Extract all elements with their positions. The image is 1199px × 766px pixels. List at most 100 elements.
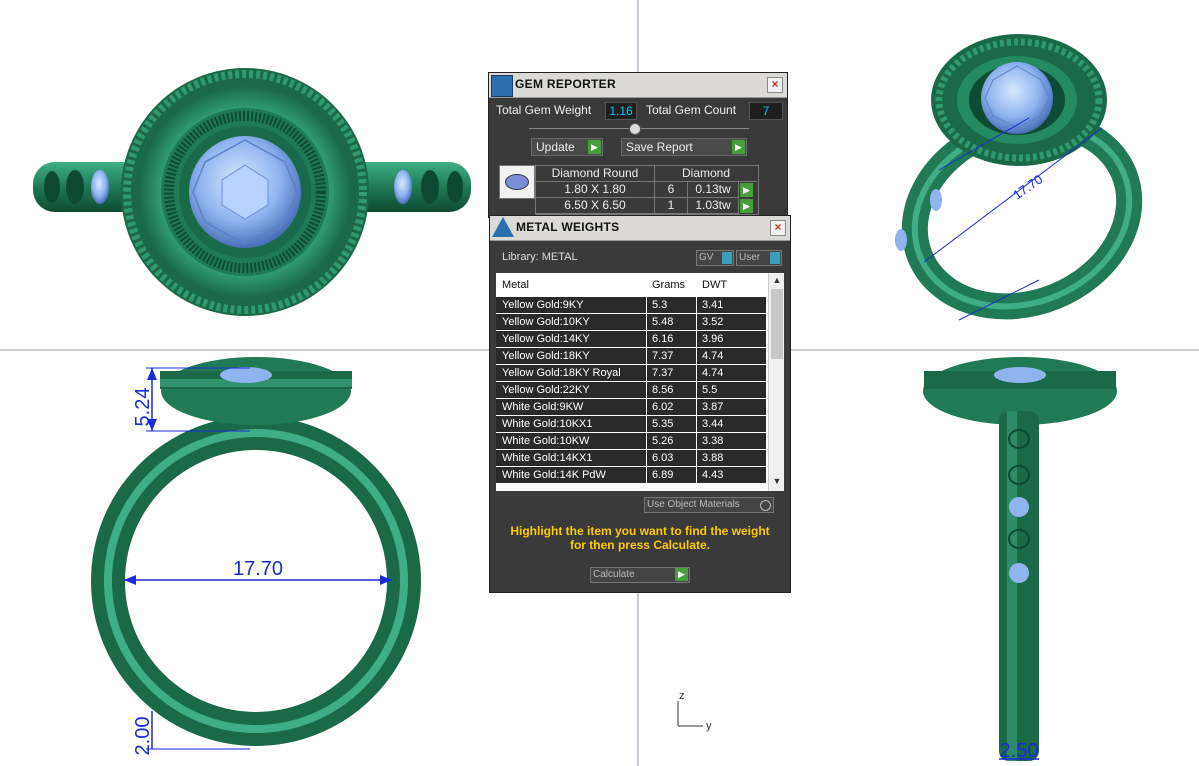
metal-name: White Gold:14K PdW <box>502 469 606 481</box>
use-object-materials-label: Use Object Materials <box>647 499 740 510</box>
scroll-down-icon[interactable]: ▼ <box>771 476 783 488</box>
gem-reporter-titlebar[interactable]: GEM REPORTER × <box>489 73 787 98</box>
gem-row-weight: 1.03tw <box>688 198 739 214</box>
metal-weights-titlebar[interactable]: METAL WEIGHTS × <box>490 216 790 241</box>
side-dimension: 2.50 <box>999 740 1039 762</box>
use-object-materials-toggle[interactable]: Use Object Materials <box>644 497 774 513</box>
gv-toggle-label: GV <box>699 252 714 263</box>
metal-row[interactable]: White Gold:14KX1 6.03 3.88 <box>496 450 766 467</box>
gem-header-name: Diamond Round <box>536 166 655 182</box>
dim-head-height: 5.24 <box>132 388 154 427</box>
save-report-button[interactable]: Save Report ▶ <box>621 138 747 156</box>
user-toggle-label: User <box>739 252 761 263</box>
calculate-hint: Highlight the item you want to find the … <box>510 524 770 552</box>
metal-grams: 8.56 <box>652 384 674 396</box>
metal-name: Yellow Gold:22KY <box>502 384 590 396</box>
metal-row[interactable]: Yellow Gold:18KY Royal 7.37 4.74 <box>496 365 766 382</box>
gem-row-detail-button[interactable]: ▶ <box>740 183 753 197</box>
total-gem-weight-value: 1.16 <box>605 102 637 120</box>
column-separator <box>696 365 697 381</box>
toggle-icon <box>770 252 780 264</box>
metal-row[interactable]: White Gold:10KW 5.26 3.38 <box>496 433 766 450</box>
library-label: Library: METAL <box>502 251 578 263</box>
metal-weights-icon <box>492 217 514 237</box>
toggle-icon <box>722 252 732 264</box>
column-separator <box>646 382 647 398</box>
header-metal[interactable]: Metal <box>502 273 529 297</box>
gem-reporter-title: GEM REPORTER <box>515 77 616 91</box>
metal-weights-close-button[interactable]: × <box>770 220 786 236</box>
metal-row[interactable]: White Gold:10KX1 5.35 3.44 <box>496 416 766 433</box>
perspective-dim-label: 17.70 <box>1010 172 1045 203</box>
radio-icon <box>760 500 771 511</box>
metal-list-scrollbar[interactable]: ▲ ▼ <box>768 273 784 491</box>
play-arrow-icon: ▶ <box>588 140 601 154</box>
metal-weights-title: METAL WEIGHTS <box>516 220 620 234</box>
column-separator <box>696 314 697 330</box>
metal-dwt: 3.44 <box>702 418 724 430</box>
metal-name: White Gold:10KW <box>502 435 590 447</box>
scroll-thumb[interactable] <box>771 289 783 359</box>
metal-dwt: 3.38 <box>702 435 724 447</box>
metal-dwt: 3.52 <box>702 316 724 328</box>
axis-y-label: y <box>706 720 712 732</box>
update-button[interactable]: Update ▶ <box>531 138 603 156</box>
gem-header-type: Diamond <box>655 166 757 182</box>
ring-side-view <box>923 357 1117 761</box>
column-separator <box>696 382 697 398</box>
metal-list-header: Metal Grams DWT <box>496 273 766 297</box>
metal-grams: 6.03 <box>652 452 674 464</box>
column-separator <box>696 399 697 415</box>
column-separator <box>646 314 647 330</box>
metal-grams: 5.26 <box>652 435 674 447</box>
column-separator <box>646 450 647 466</box>
metal-dwt: 5.5 <box>702 384 718 396</box>
metal-grams: 7.37 <box>652 367 674 379</box>
calculate-button[interactable]: Calculate ▶ <box>590 567 690 583</box>
column-separator <box>646 416 647 432</box>
metal-name: White Gold:9KW <box>502 401 584 413</box>
diamond-icon <box>505 174 529 190</box>
metal-row[interactable]: Yellow Gold:9KY 5.3 3.41 <box>496 297 766 314</box>
metal-row[interactable]: Yellow Gold:14KY 6.16 3.96 <box>496 331 766 348</box>
gv-toggle[interactable]: GV <box>696 250 734 266</box>
metal-row[interactable]: White Gold:14K PdW 6.89 4.43 <box>496 467 766 484</box>
metal-dwt: 4.74 <box>702 367 724 379</box>
slider-handle[interactable] <box>629 123 641 135</box>
dim-inner-diameter: 17.70 <box>233 558 283 580</box>
metal-dwt: 4.74 <box>702 350 724 362</box>
scroll-up-icon[interactable]: ▲ <box>771 275 783 287</box>
gem-reporter-slider[interactable] <box>529 123 749 135</box>
metal-dwt: 3.41 <box>702 299 724 311</box>
metal-grams: 6.02 <box>652 401 674 413</box>
metal-row[interactable]: White Gold:9KW 6.02 3.87 <box>496 399 766 416</box>
metal-rows: Yellow Gold:9KY 5.3 3.41 Yellow Gold:10KY 5.… <box>496 297 766 491</box>
gem-row-size: 6.50 X 6.50 <box>536 198 655 214</box>
header-grams[interactable]: Grams <box>652 273 685 297</box>
metal-row[interactable]: Yellow Gold:18KY 7.37 4.74 <box>496 348 766 365</box>
gem-row-detail-button[interactable]: ▶ <box>740 199 753 213</box>
metal-grams: 6.89 <box>652 469 674 481</box>
column-separator <box>696 467 697 483</box>
metal-row[interactable]: Yellow Gold:22KY 8.56 5.5 <box>496 382 766 399</box>
column-separator <box>696 433 697 449</box>
axis-indicator: z y <box>677 690 712 732</box>
column-separator <box>646 399 647 415</box>
column-separator <box>646 348 647 364</box>
header-dwt[interactable]: DWT <box>702 273 727 297</box>
gem-row-count: 6 <box>655 182 688 198</box>
gem-reporter-panel[interactable]: GEM REPORTER × Total Gem Weight 1.16 Tot… <box>488 72 788 218</box>
user-toggle[interactable]: User <box>736 250 782 266</box>
metal-row[interactable]: Yellow Gold:10KY 5.48 3.52 <box>496 314 766 331</box>
calculate-button-label: Calculate <box>593 569 635 580</box>
metal-name: Yellow Gold:10KY <box>502 316 590 328</box>
metal-name: Yellow Gold:9KY <box>502 299 584 311</box>
total-gem-count-label: Total Gem Count <box>646 103 737 117</box>
column-separator <box>646 331 647 347</box>
metal-weights-panel[interactable]: METAL WEIGHTS × Library: METAL GV User M… <box>489 215 791 593</box>
gem-reporter-close-button[interactable]: × <box>767 77 783 93</box>
metal-grams: 5.48 <box>652 316 674 328</box>
metal-weights-list[interactable]: Metal Grams DWT Yellow Gold:9KY 5.3 3.41 Ye… <box>496 273 784 491</box>
gem-thumbnail[interactable] <box>499 165 535 199</box>
column-separator <box>646 467 647 483</box>
